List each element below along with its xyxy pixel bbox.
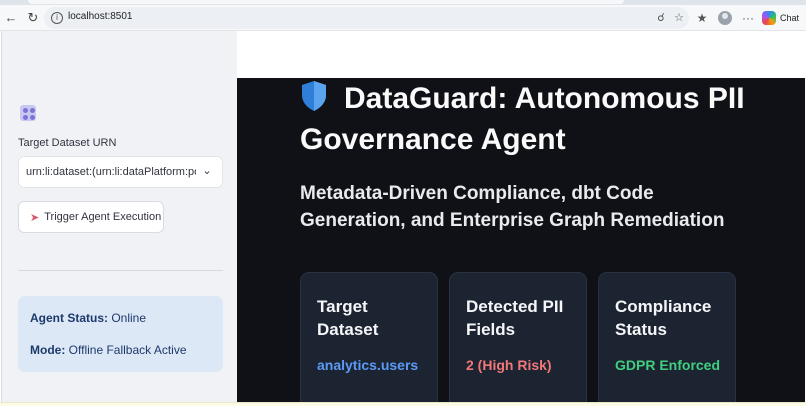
- metric-label: Target Dataset: [317, 297, 379, 339]
- app-logo-icon: [20, 105, 36, 121]
- dataset-label: Target Dataset URN: [18, 137, 117, 149]
- dataset-select[interactable]: urn:li:dataset:(urn:li:dataPlatform:post…: [18, 156, 223, 188]
- chevron-down-icon[interactable]: ⌄: [200, 164, 214, 178]
- back-icon[interactable]: ←: [4, 11, 18, 25]
- dataset-select-value: urn:li:dataset:(urn:li:dataPlatform:post…: [26, 166, 196, 178]
- url-text[interactable]: localhost:8501: [68, 11, 133, 22]
- chat-button[interactable]: Chat: [762, 10, 799, 26]
- mode-line: Mode: Offline Fallback Active: [30, 343, 187, 357]
- main-content: DataGuard: Autonomous PII Governance Age…: [237, 78, 805, 402]
- chat-label: Chat: [780, 13, 800, 23]
- rocket-icon: ➤: [30, 210, 40, 224]
- copilot-icon: [762, 11, 776, 25]
- metric-value: analytics.users: [317, 357, 419, 373]
- address-bar[interactable]: i localhost:8501 ☌ ☆: [44, 7, 689, 29]
- metric-value: 2 (High Risk): [466, 357, 552, 373]
- metric-card-detected-pii: Detected PII Fields 2 (High Risk): [449, 272, 587, 402]
- more-icon[interactable]: ···: [741, 11, 755, 25]
- active-tab-edge[interactable]: [28, 0, 624, 4]
- page-title-text: DataGuard: Autonomous PII Governance Age…: [300, 82, 745, 156]
- info-icon[interactable]: i: [51, 12, 63, 24]
- metric-label: Detected PII Fields: [466, 297, 564, 339]
- favorites-bar-icon[interactable]: ★: [695, 11, 709, 25]
- metric-label: Compliance Status: [615, 297, 712, 339]
- metric-card-target-dataset: Target Dataset analytics.users: [300, 272, 438, 402]
- trigger-agent-button[interactable]: ➤ Trigger Agent Execution: [18, 201, 164, 233]
- mode-value: Offline Fallback Active: [68, 343, 187, 357]
- star-icon[interactable]: ☆: [673, 12, 685, 24]
- page-subtitle: Metadata-Driven Compliance, dbt Code Gen…: [300, 183, 725, 231]
- metric-card-compliance-status: Compliance Status GDPR Enforced: [598, 272, 736, 402]
- reload-icon[interactable]: ↻: [26, 11, 40, 25]
- shield-icon: [302, 81, 326, 111]
- agent-status-line: Agent Status: Online: [30, 311, 146, 325]
- sidebar-divider: [18, 270, 223, 271]
- avatar-icon[interactable]: [718, 11, 732, 25]
- agent-status-box: Agent Status: Online Mode: Offline Fallb…: [18, 296, 223, 372]
- sidebar: Target Dataset URN urn:li:dataset:(urn:l…: [1, 31, 237, 402]
- app-header: [237, 31, 805, 78]
- page-title: DataGuard: Autonomous PII Governance Age…: [300, 78, 780, 160]
- browser-toolbar: ← ↻ i localhost:8501 ☌ ☆ ★ ··· Chat: [0, 5, 806, 31]
- trigger-button-label: Trigger Agent Execution: [44, 211, 162, 223]
- zoom-icon[interactable]: ☌: [655, 12, 667, 24]
- window-bottom-edge: [0, 402, 806, 406]
- mode-label: Mode:: [30, 343, 66, 357]
- metric-value: GDPR Enforced: [615, 357, 721, 373]
- agent-status-label: Agent Status:: [30, 311, 108, 325]
- agent-status-value: Online: [111, 311, 147, 325]
